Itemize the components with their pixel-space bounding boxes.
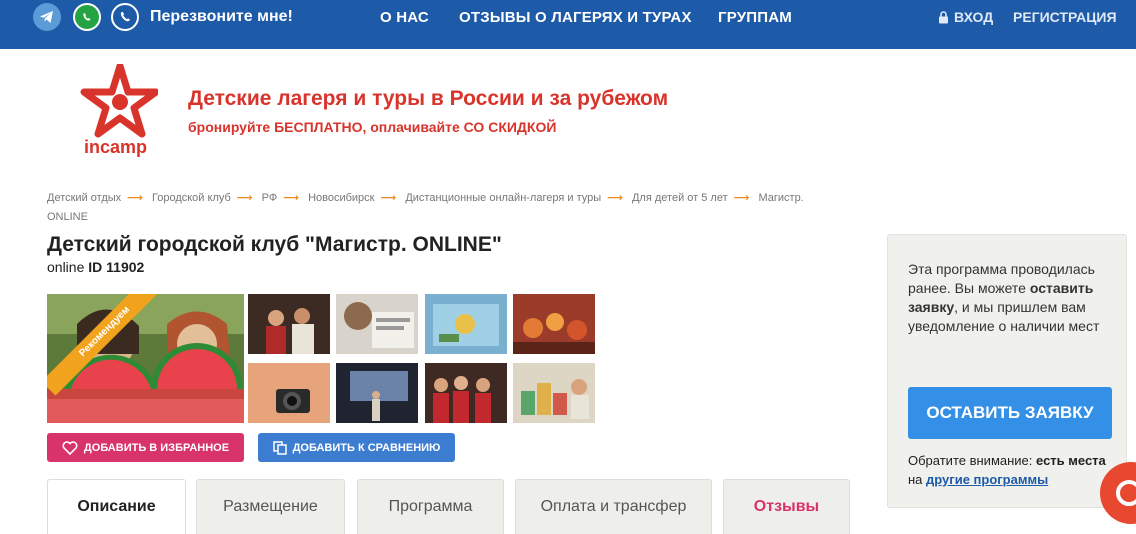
gallery-thumbnail[interactable] <box>248 363 330 423</box>
breadcrumb-item[interactable]: Новосибирск <box>308 192 374 204</box>
site-subtitle: бронируйте БЕСПЛАТНО, оплачивайте СО СКИ… <box>188 119 557 135</box>
breadcrumb-item[interactable]: Дистанционные онлайн-лагеря и туры <box>405 192 601 204</box>
tab-description[interactable]: Описание <box>47 479 186 534</box>
gallery-thumbnail[interactable] <box>248 294 330 354</box>
breadcrumb-item[interactable]: Для детей от 5 лет <box>632 192 728 204</box>
arrow-right-icon: ⟶ <box>380 192 397 204</box>
breadcrumb: Детский отдых ⟶ Городской клуб ⟶ РФ ⟶ Новос… <box>47 189 847 227</box>
compare-icon <box>272 440 287 455</box>
gallery-thumbnail[interactable] <box>425 294 507 354</box>
breadcrumb-item[interactable]: Детский отдых <box>47 192 121 204</box>
whatsapp-icon[interactable] <box>73 3 101 31</box>
chat-bubble-icon <box>1116 480 1136 506</box>
tab-reviews[interactable]: Отзывы <box>723 479 850 534</box>
note-text: на <box>908 472 927 487</box>
booking-sidebar: Эта программа проводилась ранее. Вы може… <box>887 234 1127 508</box>
tab-program[interactable]: Программа <box>357 479 504 534</box>
breadcrumb-item[interactable]: РФ <box>262 192 278 204</box>
logo-text: incamp <box>84 137 148 157</box>
arrow-right-icon: ⟶ <box>283 192 299 204</box>
telegram-icon[interactable] <box>33 3 61 31</box>
gallery-thumbnail[interactable] <box>336 294 418 354</box>
gallery-thumbnail[interactable] <box>425 363 507 423</box>
tab-payment-transfer[interactable]: Оплата и трансфер <box>515 479 712 534</box>
arrow-right-icon: ⟶ <box>733 192 750 204</box>
callback-link[interactable]: Перезвоните мне! <box>150 8 293 26</box>
other-programs-link[interactable]: другие программы <box>926 472 1048 487</box>
nav-groups[interactable]: ГРУППАМ <box>718 9 792 26</box>
listing-id-line: online ID 11902 <box>47 259 144 275</box>
gallery-thumbnail[interactable] <box>336 363 418 423</box>
nav-reviews[interactable]: ОТЗЫВЫ О ЛАГЕРЯХ И ТУРАХ <box>459 9 692 26</box>
location-label: online <box>47 259 85 275</box>
sidebar-message: Эта программа проводилась ранее. Вы може… <box>908 260 1113 336</box>
gallery-thumbnail[interactable] <box>513 363 595 423</box>
page-title: Детский городской клуб "Магистр. ONLINE" <box>47 233 502 256</box>
add-to-favorites-label: ДОБАВИТЬ В ИЗБРАННОЕ <box>83 441 230 454</box>
arrow-right-icon: ⟶ <box>607 192 623 204</box>
gallery-thumbnail[interactable] <box>513 294 595 354</box>
sidebar-note: Обратите внимание: есть места на другие … <box>908 451 1118 489</box>
listing-id: ID 11902 <box>88 259 145 275</box>
lock-icon <box>939 10 948 23</box>
add-to-compare-label: ДОБАВИТЬ К СРАВНЕНИЮ <box>292 441 441 454</box>
login-label: ВХОД <box>954 9 994 25</box>
site-title: Детские лагеря и туры в России и за рубе… <box>188 87 669 110</box>
leave-request-button[interactable]: ОСТАВИТЬ ЗАЯВКУ <box>908 387 1112 439</box>
arrow-right-icon: ⟶ <box>127 192 143 204</box>
note-text-bold: есть места <box>1036 453 1106 468</box>
heart-icon <box>62 440 78 455</box>
add-to-favorites-button[interactable]: ДОБАВИТЬ В ИЗБРАННОЕ <box>47 433 244 462</box>
register-link[interactable]: РЕГИСТРАЦИЯ <box>1013 9 1117 25</box>
main-photo[interactable]: Рекомендуем <box>47 294 244 423</box>
note-text: Обратите внимание: <box>908 453 1037 468</box>
arrow-right-icon: ⟶ <box>236 192 253 204</box>
breadcrumb-item[interactable]: Городской клуб <box>152 192 231 204</box>
tab-accommodation[interactable]: Размещение <box>196 479 345 534</box>
top-bar: Перезвоните мне! О НАС ОТЗЫВЫ О ЛАГЕРЯХ … <box>0 0 1136 49</box>
login-link[interactable]: ВХОД <box>938 9 993 25</box>
phone-icon[interactable] <box>111 3 139 31</box>
nav-about[interactable]: О НАС <box>380 9 429 26</box>
add-to-compare-button[interactable]: ДОБАВИТЬ К СРАВНЕНИЮ <box>258 433 455 462</box>
